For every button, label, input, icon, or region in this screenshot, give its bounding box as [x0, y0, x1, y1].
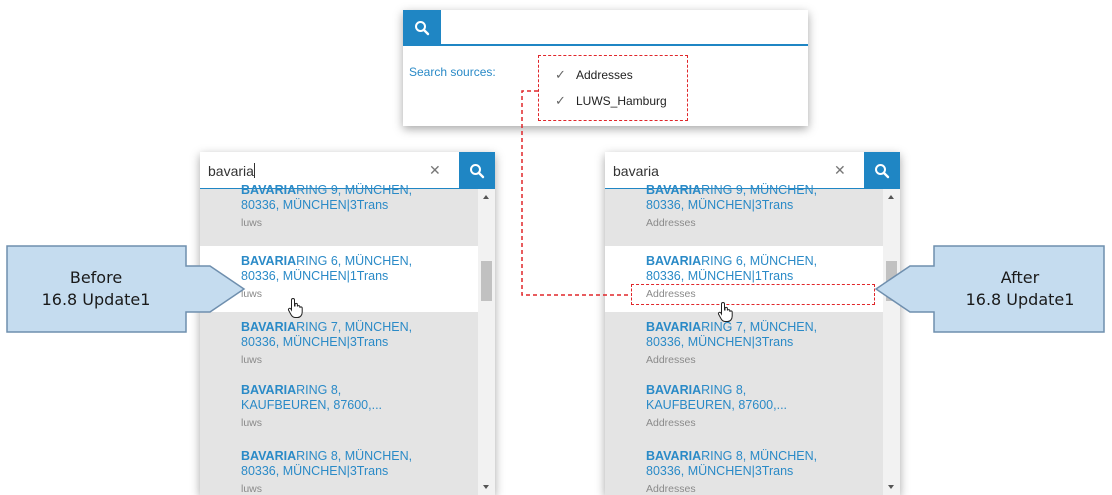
search-icon	[875, 163, 890, 178]
results-panel-after: bavaria ✕ BAVARIARING 9, MÜNCHEN, 80336,…	[605, 152, 900, 495]
search-query[interactable]: bavaria	[208, 163, 255, 179]
sources-highlight-box	[538, 55, 688, 121]
scroll-up-icon[interactable]	[483, 195, 489, 199]
search-icon	[415, 21, 430, 36]
search-button[interactable]	[403, 10, 441, 46]
before-callout: Before 16.8 Update1	[6, 244, 246, 334]
search-sources-label: Search sources:	[409, 65, 496, 79]
search-icon	[470, 163, 485, 178]
search-bar[interactable]	[403, 10, 808, 46]
scroll-down-icon[interactable]	[888, 485, 894, 489]
list-item[interactable]: BAVARIARING 7, MÜNCHEN, 80336, MÜNCHEN|3…	[605, 320, 883, 367]
result-source-highlight-box	[631, 284, 875, 305]
close-icon[interactable]: ✕	[429, 162, 441, 179]
scroll-up-icon[interactable]	[888, 195, 894, 199]
scrollbar-thumb[interactable]	[481, 261, 492, 301]
search-query[interactable]: bavaria	[613, 163, 659, 179]
list-item[interactable]: BAVARIARING 8, MÜNCHEN, 80336, MÜNCHEN|3…	[605, 449, 883, 495]
list-item[interactable]: BAVARIARING 8, KAUFBEUREN, 87600,... luw…	[200, 383, 478, 430]
results-list: BAVARIARING 9, MÜNCHEN, 80336, MÜNCHEN|3…	[200, 183, 478, 495]
list-item[interactable]: BAVARIARING 9, MÜNCHEN, 80336, MÜNCHEN|3…	[605, 183, 883, 230]
after-callout-text: After 16.8 Update1	[965, 268, 1075, 309]
scrollbar[interactable]	[883, 189, 900, 495]
after-callout: After 16.8 Update1	[874, 244, 1106, 334]
list-item[interactable]: BAVARIARING 9, MÜNCHEN, 80336, MÜNCHEN|3…	[200, 183, 478, 230]
hand-pointer-icon	[287, 297, 303, 318]
hand-pointer-icon	[717, 301, 733, 322]
results-list: BAVARIARING 9, MÜNCHEN, 80336, MÜNCHEN|3…	[605, 183, 883, 495]
close-icon[interactable]: ✕	[834, 162, 846, 179]
scroll-down-icon[interactable]	[483, 485, 489, 489]
list-item[interactable]: BAVARIARING 8, MÜNCHEN, 80336, MÜNCHEN|3…	[200, 449, 478, 495]
list-item[interactable]: BAVARIARING 8, KAUFBEUREN, 87600,... Add…	[605, 383, 883, 430]
scrollbar[interactable]	[478, 189, 495, 495]
before-callout-text: Before 16.8 Update1	[41, 268, 151, 309]
